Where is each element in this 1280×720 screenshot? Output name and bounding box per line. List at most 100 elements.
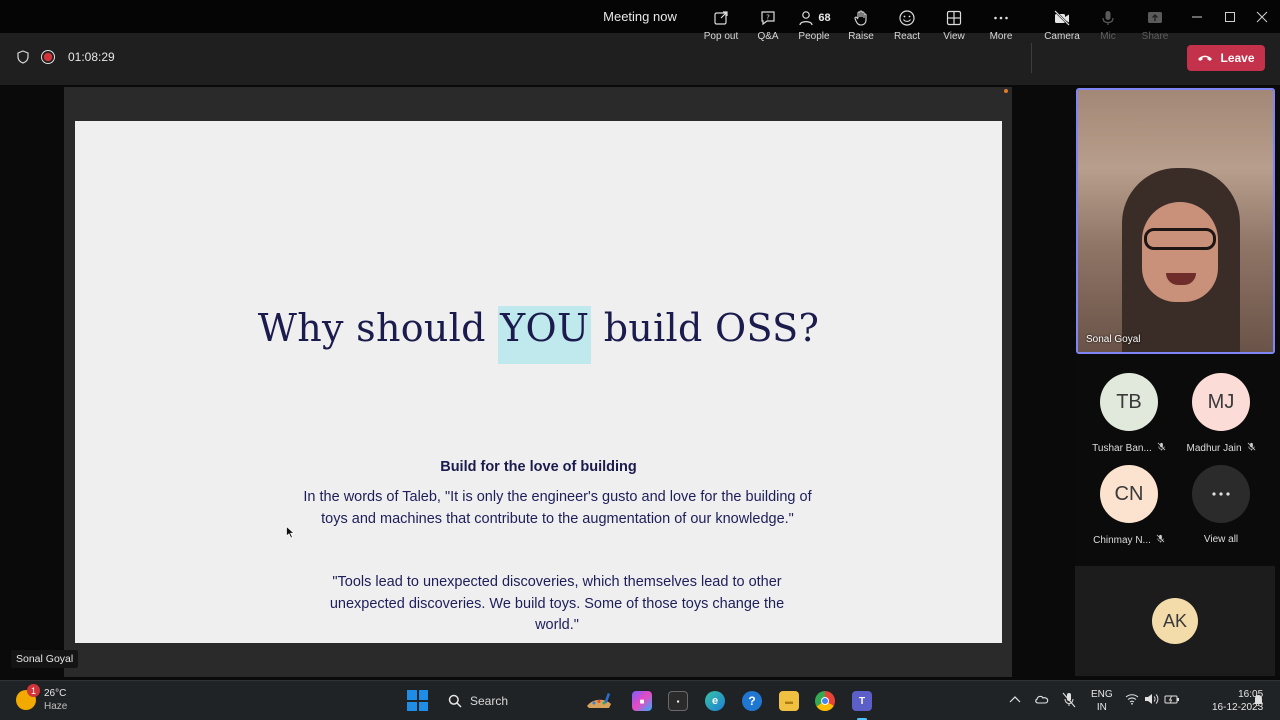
avatar: CN — [1100, 465, 1158, 523]
office-app-icon[interactable]: ■ — [632, 691, 652, 711]
view-all-label: View all — [1203, 534, 1239, 545]
terminal-icon: ▪ — [676, 696, 680, 706]
wifi-icon[interactable] — [1125, 693, 1139, 705]
help-app-icon[interactable]: ? — [742, 691, 762, 711]
mic-off-icon — [1247, 442, 1255, 451]
minimize-icon — [1192, 16, 1202, 17]
mic-off-icon — [1157, 442, 1166, 451]
shield-icon — [17, 50, 29, 64]
view-all-circle — [1192, 465, 1250, 523]
weather-widget[interactable]: 1 26°C Haze — [16, 684, 67, 713]
mic-label: Mic — [1100, 31, 1116, 42]
video-participant-name: Sonal Goyal — [1086, 334, 1141, 345]
region-code: IN — [1096, 702, 1107, 713]
qa-button[interactable]: ? Q&A — [745, 8, 791, 46]
mic-icon — [1102, 11, 1114, 25]
qa-icon: ? — [761, 11, 775, 26]
participant-name: Chinmay N... — [1093, 534, 1165, 546]
chrome-app-icon[interactable] — [815, 691, 835, 711]
meeting-timer: 01:08:29 — [68, 50, 115, 64]
leave-button[interactable]: Leave — [1187, 45, 1265, 71]
participant-tile[interactable]: CN Chinmay N... — [1083, 465, 1175, 546]
notification-bell-icon[interactable] — [1253, 694, 1264, 707]
view-icon — [946, 10, 962, 26]
react-button[interactable]: React — [884, 8, 930, 46]
terminal-app-icon[interactable]: ▪ — [668, 691, 688, 711]
camera-button[interactable]: Camera — [1039, 8, 1085, 46]
weather-sun-icon: 1 — [16, 684, 40, 710]
pop-out-button[interactable]: Pop out — [698, 8, 744, 46]
view-all-button[interactable]: View all — [1175, 465, 1267, 545]
chevron-up-icon[interactable] — [1009, 695, 1021, 703]
mouse-cursor-icon — [286, 526, 295, 539]
close-button[interactable] — [1245, 0, 1279, 33]
teams-icon: T — [858, 695, 866, 707]
mic-muted-tray-icon[interactable] — [1062, 692, 1076, 708]
camera-label: Camera — [1044, 31, 1080, 42]
recording-icon — [41, 50, 55, 64]
mic-button[interactable]: Mic — [1085, 8, 1131, 46]
more-label: More — [989, 31, 1013, 42]
minimize-button[interactable] — [1180, 0, 1214, 33]
participant-tile[interactable]: TB Tushar Ban... — [1083, 373, 1175, 454]
slide-title: Why should YOU build OSS? — [75, 306, 1002, 364]
react-label: React — [893, 31, 921, 42]
video-face — [1142, 202, 1218, 302]
toolbar-divider — [1031, 43, 1032, 73]
presenter-name-tag: Sonal Goyal — [11, 650, 79, 668]
paint-icon — [587, 692, 611, 708]
language-code: ENG — [1091, 689, 1113, 700]
participant-video[interactable]: Sonal Goyal — [1076, 88, 1275, 354]
slide-subtitle: Build for the love of building — [440, 459, 637, 475]
maximize-button[interactable] — [1213, 0, 1247, 33]
windows-taskbar: 1 26°C Haze Search ■ ▪ e ? ▬ T ENG IN 16… — [0, 680, 1280, 720]
onedrive-icon[interactable] — [1034, 693, 1050, 705]
phone-hangup-icon — [1198, 55, 1213, 61]
battery-icon[interactable] — [1164, 693, 1180, 705]
participant-tile[interactable]: MJ Madhur Jain — [1175, 373, 1267, 454]
volume-icon[interactable] — [1144, 693, 1160, 705]
windows-logo-tile — [407, 690, 417, 700]
participant-name-text: Tushar Ban... — [1092, 442, 1152, 454]
share-icon — [1148, 12, 1162, 23]
people-button[interactable]: 68 People — [791, 8, 837, 46]
paint-app-icon[interactable] — [584, 691, 614, 711]
people-label: People — [798, 31, 830, 42]
windows-logo-tile — [407, 701, 417, 711]
teams-app-icon[interactable]: T — [852, 691, 872, 711]
view-button[interactable]: View — [931, 8, 977, 46]
chrome-icon — [821, 697, 829, 705]
search-icon — [448, 694, 462, 708]
slide-title-before: Why should — [257, 306, 499, 350]
pop-out-icon — [714, 11, 728, 25]
raise-label: Raise — [848, 31, 874, 42]
participant-name: Madhur Jain — [1186, 442, 1255, 454]
folder-icon: ▬ — [785, 696, 793, 706]
office-icon: ■ — [639, 696, 645, 706]
maximize-icon — [1225, 11, 1235, 22]
language-indicator[interactable]: ENG IN — [1091, 688, 1113, 714]
camera-off-icon — [1054, 10, 1070, 26]
start-button[interactable] — [407, 690, 428, 711]
pop-out-label: Pop out — [703, 31, 739, 42]
more-button[interactable]: More — [978, 8, 1024, 46]
edge-app-icon[interactable]: e — [705, 691, 725, 711]
slide-title-highlight: YOU — [498, 306, 592, 364]
weather-temp: 26°C — [44, 688, 67, 699]
help-icon: ? — [748, 694, 756, 708]
participant-name-text: Chinmay N... — [1093, 534, 1151, 546]
search-label: Search — [470, 694, 509, 708]
participant-name: Tushar Ban... — [1092, 442, 1166, 454]
react-icon — [899, 10, 915, 26]
self-avatar: AK — [1152, 598, 1198, 644]
people-icon — [799, 11, 813, 26]
participant-name-text: Madhur Jain — [1186, 442, 1242, 454]
presentation-slide: Why should YOU build OSS? Build for the … — [75, 121, 1002, 643]
file-explorer-icon[interactable]: ▬ — [779, 691, 799, 711]
share-button[interactable]: Share — [1132, 8, 1178, 46]
windows-logo-tile — [418, 690, 428, 700]
raise-hand-button[interactable]: Raise — [838, 8, 884, 46]
slide-title-after: build OSS? — [591, 306, 820, 350]
windows-logo-tile — [418, 701, 428, 711]
qa-label: Q&A — [757, 31, 779, 42]
